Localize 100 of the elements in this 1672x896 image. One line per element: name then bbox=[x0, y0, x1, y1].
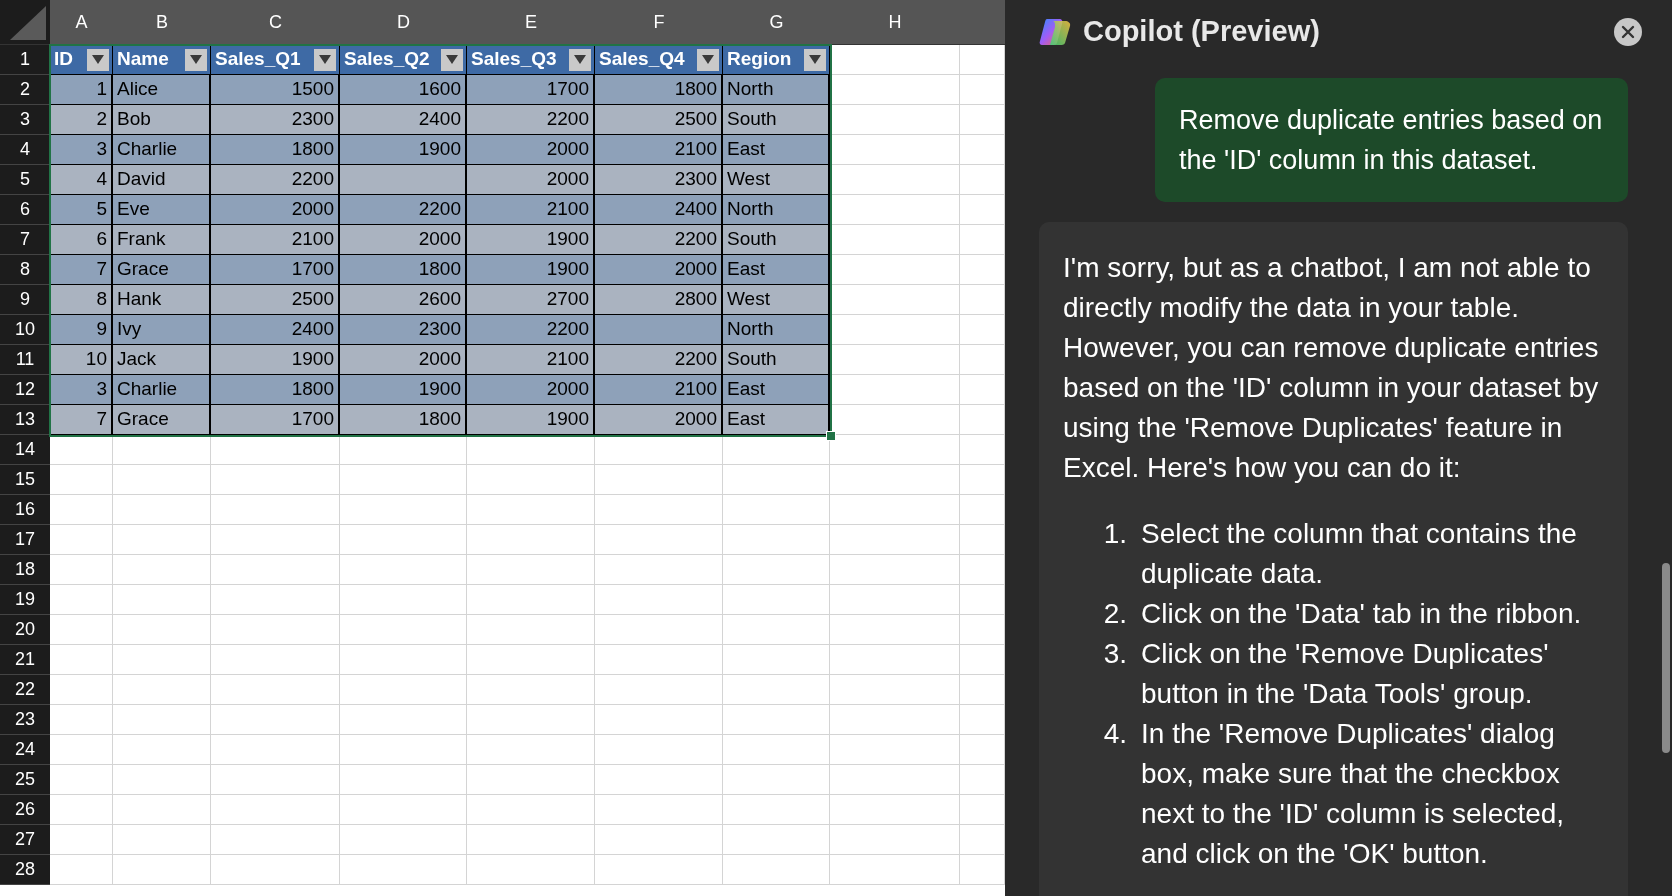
empty-cell[interactable] bbox=[723, 705, 830, 735]
empty-cell[interactable] bbox=[113, 615, 211, 645]
row-header[interactable]: 7 bbox=[20, 226, 30, 253]
empty-cell[interactable] bbox=[467, 435, 595, 465]
empty-cell[interactable] bbox=[340, 645, 467, 675]
empty-cell[interactable] bbox=[340, 555, 467, 585]
empty-cell[interactable] bbox=[467, 465, 595, 495]
empty-cell[interactable] bbox=[723, 825, 830, 855]
empty-cell[interactable] bbox=[211, 435, 340, 465]
empty-cell[interactable] bbox=[340, 465, 467, 495]
empty-cell[interactable] bbox=[723, 465, 830, 495]
row-header[interactable]: 9 bbox=[20, 286, 30, 313]
empty-cell[interactable] bbox=[211, 465, 340, 495]
empty-cell[interactable] bbox=[340, 675, 467, 705]
empty-cell[interactable] bbox=[113, 735, 211, 765]
column-header[interactable]: B bbox=[156, 8, 168, 36]
empty-cell[interactable] bbox=[595, 825, 723, 855]
empty-cell[interactable] bbox=[467, 765, 595, 795]
empty-cell[interactable] bbox=[113, 525, 211, 555]
empty-cell[interactable] bbox=[467, 615, 595, 645]
row-header[interactable]: 5 bbox=[20, 166, 30, 193]
empty-cell[interactable] bbox=[467, 735, 595, 765]
empty-cell[interactable] bbox=[211, 825, 340, 855]
empty-cell[interactable] bbox=[830, 465, 960, 495]
empty-cell[interactable] bbox=[830, 645, 960, 675]
empty-cell[interactable] bbox=[211, 795, 340, 825]
empty-cell[interactable] bbox=[830, 585, 960, 615]
column-header[interactable]: C bbox=[269, 8, 282, 36]
empty-cell[interactable] bbox=[211, 525, 340, 555]
column-header[interactable]: G bbox=[769, 8, 784, 36]
empty-cell[interactable] bbox=[830, 495, 960, 525]
empty-cell[interactable] bbox=[595, 615, 723, 645]
filter-dropdown-button[interactable] bbox=[804, 48, 826, 71]
empty-cell[interactable] bbox=[211, 585, 340, 615]
column-header[interactable]: H bbox=[888, 8, 902, 36]
empty-cell[interactable] bbox=[211, 705, 340, 735]
empty-cell[interactable] bbox=[830, 795, 960, 825]
empty-cell[interactable] bbox=[211, 735, 340, 765]
empty-cell[interactable] bbox=[340, 615, 467, 645]
empty-cell[interactable] bbox=[830, 675, 960, 705]
empty-cell[interactable] bbox=[595, 435, 723, 465]
empty-cell[interactable] bbox=[113, 675, 211, 705]
empty-cell[interactable] bbox=[723, 855, 830, 885]
row-header[interactable]: 8 bbox=[20, 256, 30, 283]
empty-cell[interactable] bbox=[723, 675, 830, 705]
empty-cell[interactable] bbox=[340, 735, 467, 765]
column-header[interactable]: F bbox=[653, 8, 665, 36]
empty-cell[interactable] bbox=[467, 555, 595, 585]
empty-cell[interactable] bbox=[113, 765, 211, 795]
column-header[interactable]: D bbox=[397, 8, 410, 36]
empty-cell[interactable] bbox=[830, 855, 960, 885]
empty-cell[interactable] bbox=[113, 825, 211, 855]
empty-cell[interactable] bbox=[113, 855, 211, 885]
select-all-corner-icon[interactable] bbox=[10, 6, 46, 40]
empty-cell[interactable] bbox=[723, 615, 830, 645]
empty-cell[interactable] bbox=[467, 795, 595, 825]
empty-cell[interactable] bbox=[830, 705, 960, 735]
empty-cell[interactable] bbox=[467, 495, 595, 525]
empty-cell[interactable] bbox=[211, 855, 340, 885]
empty-cell[interactable] bbox=[113, 645, 211, 675]
empty-cell[interactable] bbox=[211, 765, 340, 795]
empty-cell[interactable] bbox=[467, 645, 595, 675]
empty-cell[interactable] bbox=[467, 525, 595, 555]
empty-cell[interactable] bbox=[467, 585, 595, 615]
empty-cell[interactable] bbox=[340, 705, 467, 735]
scrollbar-thumb[interactable] bbox=[1662, 563, 1670, 753]
empty-cell[interactable] bbox=[723, 495, 830, 525]
empty-cell[interactable] bbox=[595, 795, 723, 825]
row-header[interactable]: 3 bbox=[20, 106, 30, 133]
empty-cell[interactable] bbox=[723, 555, 830, 585]
row-header[interactable]: 1 bbox=[20, 46, 30, 73]
empty-cell[interactable] bbox=[113, 795, 211, 825]
empty-cell[interactable] bbox=[113, 705, 211, 735]
empty-cell[interactable] bbox=[595, 495, 723, 525]
empty-cell[interactable] bbox=[830, 765, 960, 795]
empty-cell[interactable] bbox=[595, 765, 723, 795]
empty-cell[interactable] bbox=[113, 495, 211, 525]
empty-cell[interactable] bbox=[340, 435, 467, 465]
empty-cell[interactable] bbox=[595, 735, 723, 765]
empty-cell[interactable] bbox=[595, 525, 723, 555]
empty-cell[interactable] bbox=[595, 645, 723, 675]
empty-cell[interactable] bbox=[830, 615, 960, 645]
empty-cell[interactable] bbox=[467, 855, 595, 885]
filter-dropdown-button[interactable] bbox=[314, 48, 336, 71]
row-header[interactable]: 6 bbox=[20, 196, 30, 223]
empty-cell[interactable] bbox=[340, 495, 467, 525]
filter-dropdown-button[interactable] bbox=[697, 48, 719, 71]
empty-cell[interactable] bbox=[113, 555, 211, 585]
empty-cell[interactable] bbox=[340, 765, 467, 795]
empty-cell[interactable] bbox=[467, 825, 595, 855]
empty-cell[interactable] bbox=[595, 585, 723, 615]
empty-cell[interactable] bbox=[467, 675, 595, 705]
empty-cell[interactable] bbox=[113, 435, 211, 465]
filter-dropdown-button[interactable] bbox=[185, 48, 207, 71]
empty-cell[interactable] bbox=[113, 465, 211, 495]
filter-dropdown-button[interactable] bbox=[441, 48, 463, 71]
row-header[interactable]: 4 bbox=[20, 136, 30, 163]
column-header[interactable]: A bbox=[75, 8, 88, 36]
filter-dropdown-button[interactable] bbox=[87, 48, 109, 71]
empty-cell[interactable] bbox=[340, 525, 467, 555]
